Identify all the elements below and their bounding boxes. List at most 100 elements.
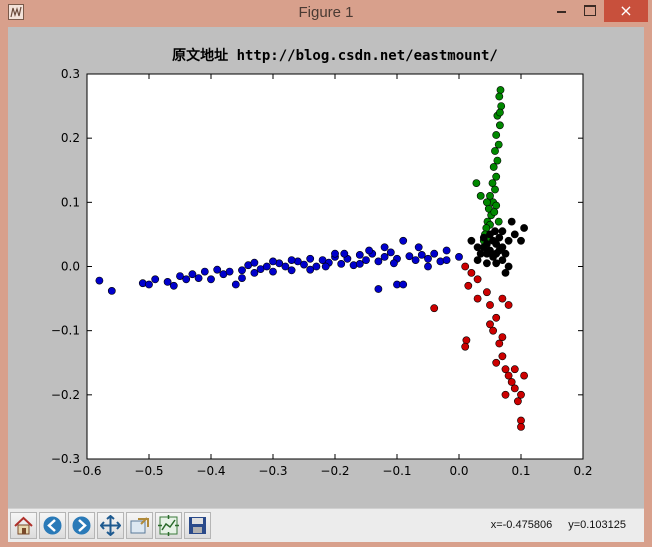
scatter-point <box>489 163 498 171</box>
scatter-point <box>287 256 296 264</box>
scatter-point <box>417 250 426 259</box>
scatter-point <box>482 224 491 232</box>
scatter-point <box>501 390 510 399</box>
scatter-point <box>430 249 439 258</box>
scatter-point <box>489 326 497 335</box>
scatter-point <box>482 240 491 248</box>
scatter-point <box>163 277 172 286</box>
scatter-point <box>145 280 153 289</box>
figure-canvas[interactable]: −0.6 −0.5 −0.4 −0.3 −0.2 −0.1 0.0 0.1 0.2 −0.3 −0.… <box>8 27 644 508</box>
scatter-point <box>492 313 501 322</box>
home-button[interactable] <box>10 512 37 539</box>
scatter-point <box>225 267 234 276</box>
scatter-point <box>424 254 432 263</box>
scatter-point <box>492 358 501 367</box>
scatter-point <box>464 281 473 290</box>
scatter-point <box>494 217 503 226</box>
chart-title: 原文地址 http://blog.csdn.net/eastmount/ <box>172 47 498 64</box>
scatter-point <box>501 365 510 374</box>
scatter-point <box>380 252 389 261</box>
cursor-y-readout: y=0.103125 <box>568 519 626 531</box>
scatter-point <box>491 185 499 194</box>
scatter-point <box>495 233 504 242</box>
subplots-config-icon <box>158 515 179 536</box>
scatter-point <box>517 390 525 399</box>
scatter-point <box>386 248 395 257</box>
scatter-point <box>482 288 491 297</box>
scatter-point <box>494 140 503 149</box>
back-button[interactable] <box>39 512 66 539</box>
scatter-point <box>151 275 160 284</box>
subplots-button[interactable] <box>155 512 182 539</box>
scatter-point <box>495 121 504 130</box>
x-tick-label: 0.2 <box>573 464 592 478</box>
zoom-button[interactable] <box>126 512 153 539</box>
scatter-point <box>306 265 315 274</box>
scatter-point <box>498 333 507 341</box>
scatter-point <box>482 198 491 207</box>
scatter-point <box>355 250 364 259</box>
x-tick-label: −0.2 <box>320 464 349 478</box>
maximize-button[interactable] <box>576 0 602 22</box>
scatter-point <box>504 301 513 309</box>
scatter-point <box>486 301 494 309</box>
save-button[interactable] <box>184 512 211 539</box>
floppy-disk-icon <box>189 517 206 534</box>
scatter-point <box>467 236 476 245</box>
scatter-point <box>476 249 485 258</box>
scatter-point <box>473 275 482 284</box>
scatter-point <box>424 262 432 271</box>
scatter-point <box>492 172 501 181</box>
scatter-point <box>250 258 259 267</box>
scatter-point <box>510 365 519 374</box>
back-arrow-icon <box>43 516 62 535</box>
scatter-point <box>95 276 104 285</box>
scatter-point <box>355 259 364 268</box>
scatter-point <box>507 217 516 226</box>
home-icon <box>14 516 33 535</box>
scatter-point <box>380 243 389 252</box>
scatter-point <box>510 384 519 393</box>
y-tick-label: 0.1 <box>61 195 80 209</box>
scatter-point <box>486 191 494 200</box>
forward-button[interactable] <box>68 512 95 539</box>
scatter-point <box>399 280 408 289</box>
scatter-point <box>495 246 504 255</box>
close-button[interactable]: × <box>604 0 648 22</box>
scatter-point <box>495 339 504 348</box>
minimize-button[interactable] <box>548 0 574 22</box>
scatter-point <box>238 274 246 282</box>
scatter-point <box>486 320 494 329</box>
scatter-point <box>461 342 470 351</box>
scatter-point <box>231 280 240 289</box>
scatter-point <box>504 371 513 380</box>
window-titlebar[interactable]: Figure 1 × <box>0 0 652 26</box>
scatter-point <box>473 256 482 264</box>
scatter-point <box>507 378 516 386</box>
x-tick-label: 0.0 <box>449 464 468 478</box>
scatter-point <box>411 256 420 264</box>
scatter-point <box>495 92 504 101</box>
scatter-point <box>513 397 522 406</box>
scatter-point <box>340 249 349 258</box>
cursor-coordinates: x=-0.475806 y=0.103125 <box>491 519 626 531</box>
scatter-point <box>491 147 499 155</box>
pan-button[interactable] <box>97 512 124 539</box>
scatter-point <box>306 254 315 263</box>
scatter-point <box>491 227 499 236</box>
scatter-point <box>374 257 383 266</box>
scatter-chart[interactable]: −0.6 −0.5 −0.4 −0.3 −0.2 −0.1 0.0 0.1 0.2 −0.3 −0.… <box>8 27 644 508</box>
scatter-point <box>461 262 470 271</box>
scatter-point <box>498 294 507 303</box>
x-tick-label: −0.3 <box>258 464 287 478</box>
scatter-point <box>238 266 246 275</box>
scatter-point <box>504 262 513 271</box>
scatter-point <box>269 267 277 276</box>
scatter-point <box>331 249 339 258</box>
scatter-point <box>107 286 116 295</box>
scatter-point <box>504 236 513 245</box>
scatter-point <box>489 252 497 261</box>
scatter-point <box>476 191 485 200</box>
x-tick-label: 0.1 <box>511 464 530 478</box>
y-tick-label: 0.2 <box>61 131 80 145</box>
